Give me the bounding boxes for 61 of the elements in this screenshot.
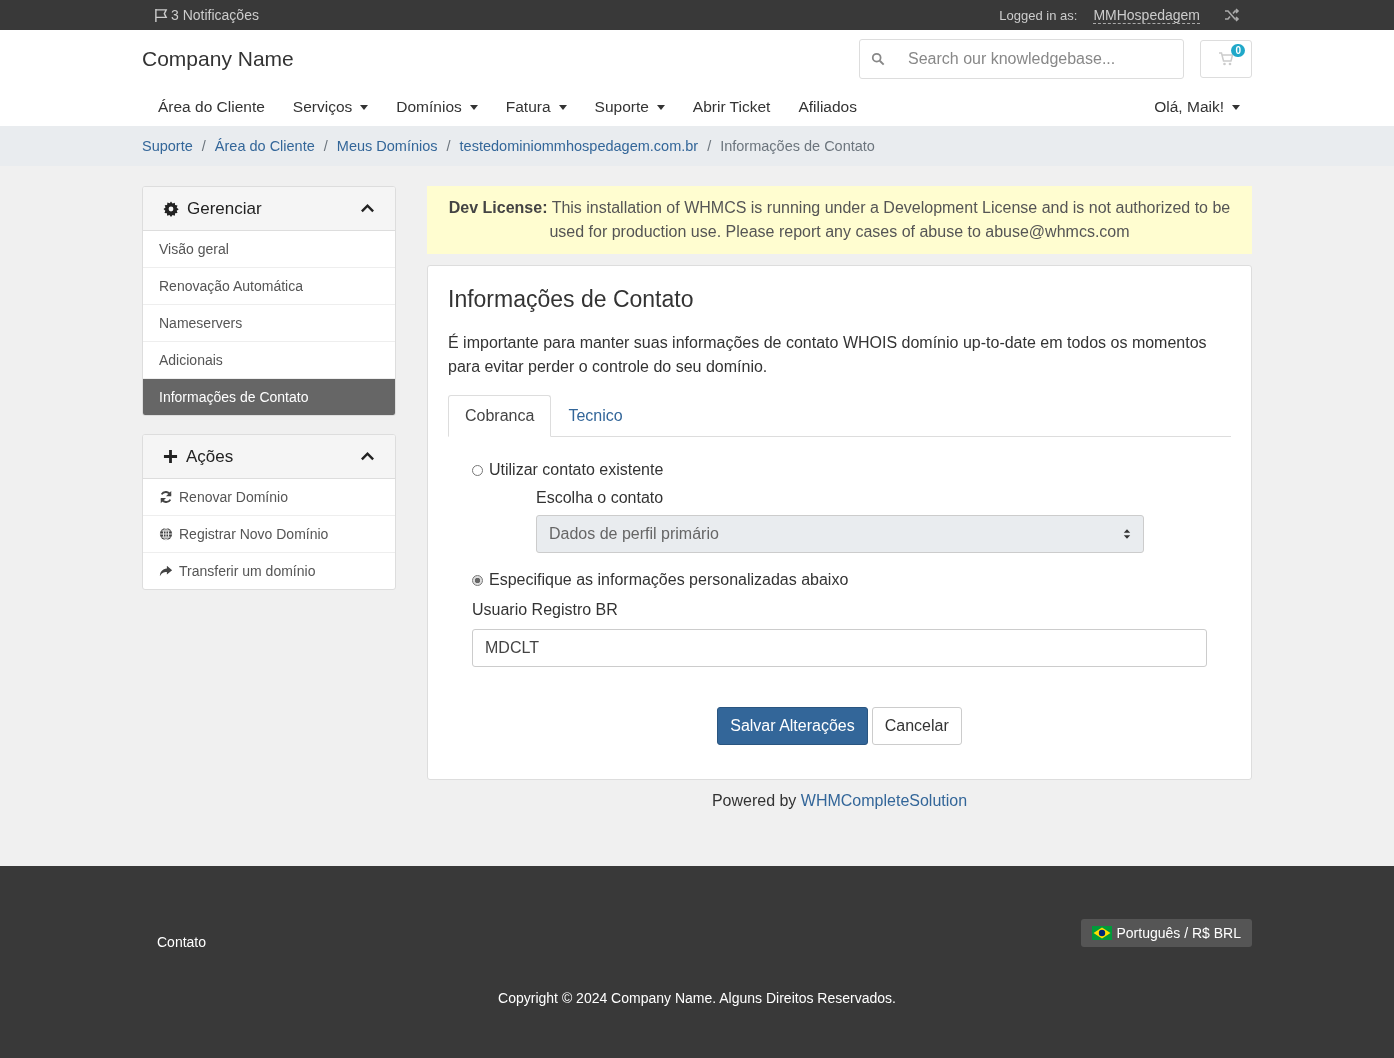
- flag-icon: [1092, 926, 1113, 940]
- breadcrumb-separator: /: [446, 138, 451, 154]
- nav-item[interactable]: Fatura: [489, 98, 579, 116]
- breadcrumb-item: Informações de Contato: [720, 138, 875, 154]
- breadcrumb-separator: /: [323, 138, 328, 154]
- sort-arrows-icon: [1123, 528, 1131, 540]
- refresh-icon: [159, 490, 173, 504]
- card-title: Informações de Contato: [448, 286, 695, 313]
- radio-label: Especifique as informações personalizadas abaixo: [489, 571, 849, 589]
- tab[interactable]: Cobranca: [448, 395, 552, 437]
- username-link[interactable]: MMHospedagem: [1093, 6, 1200, 24]
- cancel-button[interactable]: Cancelar: [871, 707, 962, 745]
- radio-label: Utilizar contato existente: [489, 461, 664, 479]
- share-arrow-icon: [159, 564, 173, 578]
- plus-icon: [163, 449, 178, 464]
- powered-by-text: Powered by: [711, 792, 797, 809]
- gear-icon: [163, 200, 179, 217]
- copyright-text: Copyright © 2024 Company Name. Alguns Direitos Reservados.: [497, 990, 897, 1006]
- cart-count-badge: 0: [1231, 44, 1245, 57]
- powered-by-link[interactable]: WHMCompleteSolution: [800, 792, 968, 809]
- field-label: Usuario Registro BR: [472, 601, 619, 619]
- license-notice: Dev License: This installation of WHMCS is running under a Development License and is not authorized to be used for production use. Please report any cases of abuse to abuse@whmcs.com: [427, 186, 1252, 254]
- sidebar-item[interactable]: Transferir um domínio: [143, 552, 395, 589]
- nav-item[interactable]: Afiliados: [782, 98, 869, 116]
- breadcrumb-item[interactable]: Área do Cliente: [214, 138, 315, 154]
- intro-text: É importante para manter suas informações de contato WHOIS domínio up-to-date em todos os momentos para evitar perder o controle do seu domínio.: [448, 332, 1208, 377]
- search-field[interactable]: Search our knowledgebase...: [859, 39, 1184, 79]
- sidebar-item[interactable]: Renovação Automática: [143, 267, 395, 304]
- sidebar-item[interactable]: Visão geral: [143, 231, 395, 267]
- tab[interactable]: Tecnico: [551, 395, 640, 436]
- search-icon: [871, 52, 885, 66]
- flag-icon: [154, 7, 169, 23]
- sidebar-item[interactable]: Informações de Contato: [143, 378, 395, 415]
- nav-item[interactable]: Área do Cliente: [142, 98, 277, 116]
- panel-title: Ações: [186, 446, 234, 467]
- globe-icon: [159, 527, 173, 541]
- text-input[interactable]: MDCLT: [472, 629, 1207, 667]
- shuffle-icon[interactable]: [1224, 7, 1240, 23]
- sidebar-item[interactable]: Registrar Novo Domínio: [143, 515, 395, 552]
- user-menu[interactable]: Olá, Maik!: [1138, 98, 1252, 116]
- sidebar-item[interactable]: Nameservers: [143, 304, 395, 341]
- nav-item[interactable]: Abrir Ticket: [676, 98, 783, 116]
- footer-link[interactable]: Contato: [157, 934, 207, 950]
- breadcrumb-separator: /: [201, 138, 206, 154]
- breadcrumb-item[interactable]: Suporte: [142, 138, 193, 154]
- breadcrumb-item[interactable]: Meus Domínios: [336, 138, 438, 154]
- nav-item[interactable]: Serviços: [276, 98, 381, 116]
- notifications-link[interactable]: 3 Notificações: [154, 7, 259, 23]
- nav-item[interactable]: Domínios: [380, 98, 490, 116]
- nav-item[interactable]: Suporte: [578, 98, 677, 116]
- save-button[interactable]: Salvar Alterações: [717, 707, 868, 745]
- cart-icon: [1218, 51, 1234, 67]
- sidebar-item[interactable]: Renovar Domínio: [143, 479, 395, 515]
- field-label: Escolha o contato: [536, 489, 665, 507]
- panel-title: Gerenciar: [187, 198, 262, 219]
- radio-button[interactable]: [472, 574, 483, 586]
- breadcrumb-separator: /: [707, 138, 712, 154]
- brand-name[interactable]: Company Name: [142, 47, 294, 71]
- language-button[interactable]: Português / R$ BRL: [1081, 919, 1252, 947]
- breadcrumb-item[interactable]: testedominiommhospedagem.com.br: [459, 138, 699, 154]
- logged-in-label: Logged in as:: [999, 7, 1078, 23]
